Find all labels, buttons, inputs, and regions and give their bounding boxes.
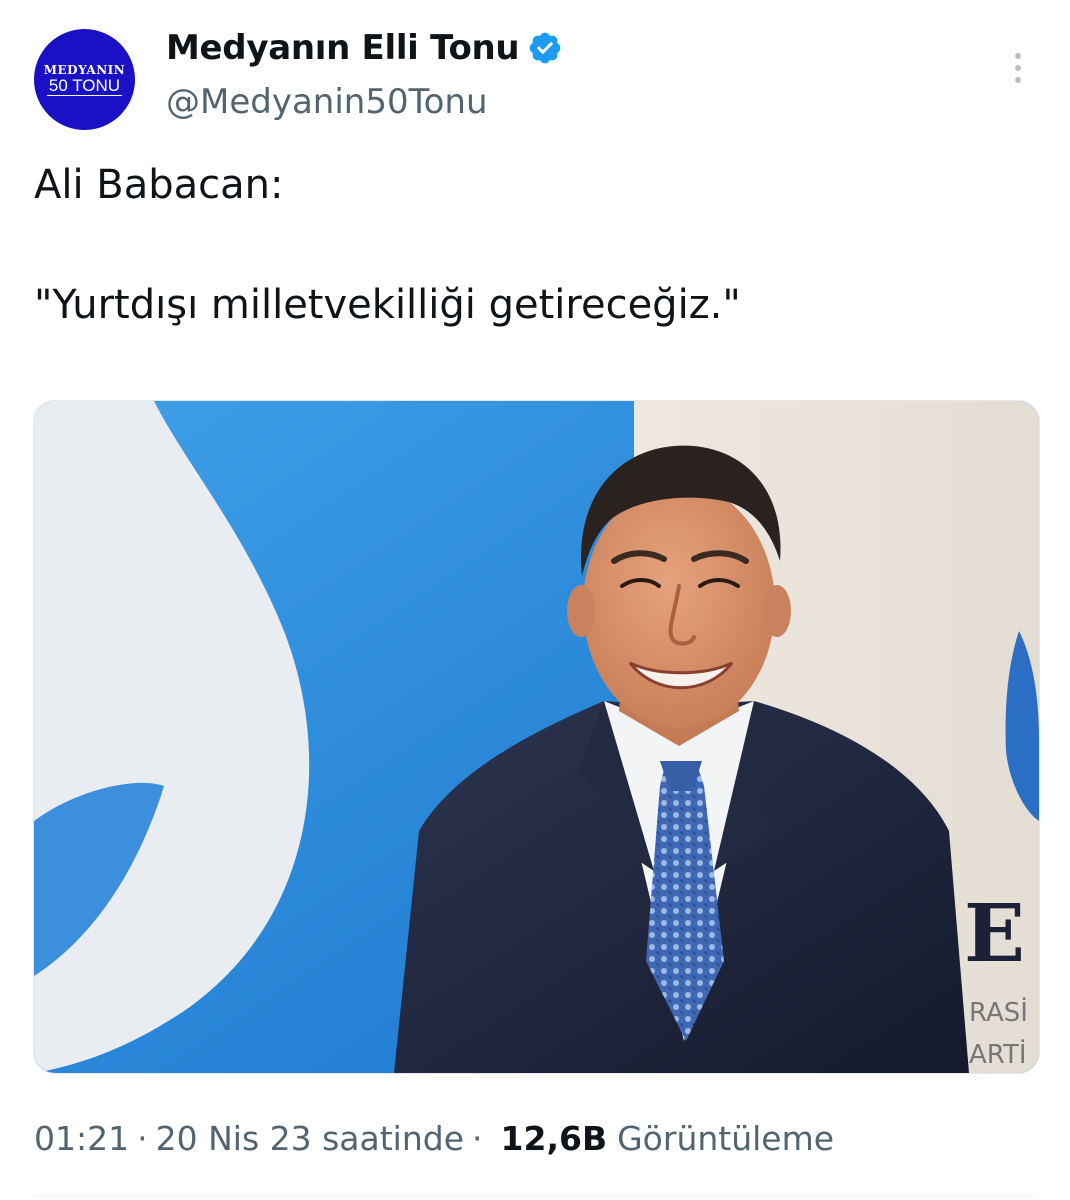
author-handle[interactable]: @Medyanin50Tonu xyxy=(166,82,488,122)
verified-badge-icon xyxy=(527,30,563,66)
banner-letter: E xyxy=(964,886,1025,980)
tweet-date[interactable]: 20 Nis 23 saatinde xyxy=(156,1119,464,1158)
more-dot xyxy=(1015,77,1021,83)
banner-word-1: RASİ xyxy=(969,996,1028,1028)
avatar[interactable]: MEDYANIN 50 TONU xyxy=(34,29,135,130)
more-dot xyxy=(1015,65,1021,71)
tweet-time[interactable]: 01:21 xyxy=(34,1119,129,1158)
more-dot xyxy=(1015,53,1021,59)
views-label: Görüntüleme xyxy=(617,1118,835,1158)
photo-illustration: E RASİ ARTİ xyxy=(34,401,1039,1073)
meta-separator: · xyxy=(137,1118,148,1158)
tweet-meta: 01:21 · 20 Nis 23 saatinde · 12,6B Görün… xyxy=(34,1113,834,1163)
avatar-text-top: MEDYANIN xyxy=(43,62,126,77)
tweet-text: Ali Babacan: "Yurtdışı milletvekilliği g… xyxy=(34,162,741,328)
meta-separator: · xyxy=(472,1118,483,1158)
more-vertical-icon[interactable] xyxy=(1000,48,1036,88)
views-count[interactable]: 12,6B xyxy=(501,1119,608,1158)
divider xyxy=(34,1196,1036,1197)
display-name[interactable]: Medyanın Elli Tonu xyxy=(166,28,520,68)
tweet-photo[interactable]: E RASİ ARTİ xyxy=(33,400,1040,1074)
banner-word-2: ARTİ xyxy=(969,1038,1027,1070)
avatar-text-bottom: 50 TONU xyxy=(46,75,123,96)
author-name-row: Medyanın Elli Tonu xyxy=(166,26,563,70)
